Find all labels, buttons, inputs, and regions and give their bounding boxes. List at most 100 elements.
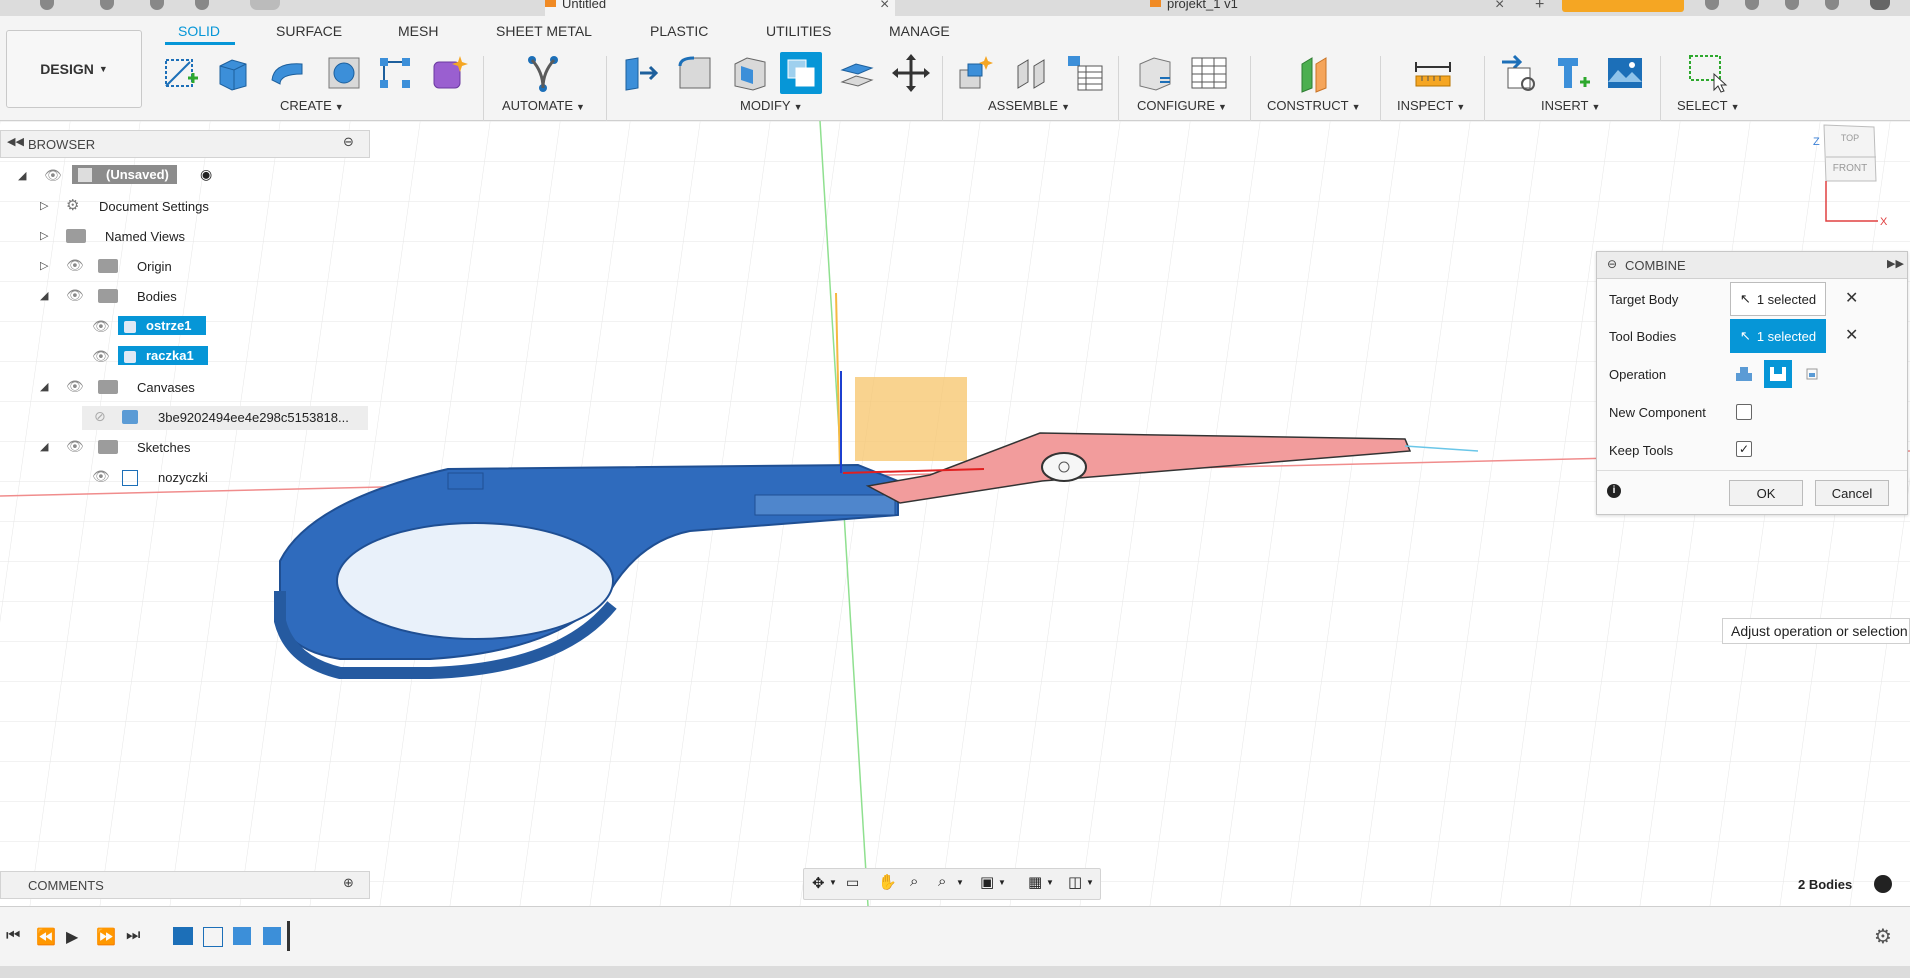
redo-icon[interactable]	[195, 0, 209, 10]
target-body-selector[interactable]: ↖ 1 selected	[1730, 282, 1826, 316]
browser-item-sketches[interactable]: ◢ 👁 Sketches	[0, 436, 370, 460]
configure-menu[interactable]: CONFIGURE ▼	[1137, 98, 1227, 113]
close-tab-icon[interactable]: ×	[880, 0, 889, 14]
tab-utilities[interactable]: UTILITIES	[766, 23, 831, 39]
viewports-icon[interactable]: ◫	[1068, 873, 1082, 891]
play-icon[interactable]: ▶	[66, 927, 78, 947]
display-menu-caret-icon[interactable]: ▼	[998, 878, 1006, 887]
hole-icon[interactable]	[323, 52, 365, 94]
insert-derive-icon[interactable]	[1498, 52, 1540, 94]
tab-sheet-metal[interactable]: SHEET METAL	[496, 23, 592, 39]
operation-cut-icon[interactable]	[1764, 360, 1792, 388]
visibility-eye-icon[interactable]: 👁	[66, 287, 84, 304]
collapse-browser-icon[interactable]: ◀◀	[7, 135, 24, 148]
visibility-eye-icon[interactable]: 👁	[44, 167, 62, 184]
create-form-icon[interactable]	[428, 52, 470, 94]
tool-bodies-selector[interactable]: ↖ 1 selected	[1730, 319, 1826, 353]
combine-icon[interactable]	[780, 52, 822, 94]
step-forward-icon[interactable]: ⏩	[96, 927, 116, 947]
expand-triangle-icon[interactable]: ◢	[18, 169, 26, 182]
offset-face-icon[interactable]	[836, 52, 878, 94]
expand-triangle-icon[interactable]: ◢	[40, 289, 48, 302]
inspect-menu[interactable]: INSPECT ▼	[1397, 98, 1465, 113]
viewports-menu-caret-icon[interactable]: ▼	[1086, 878, 1094, 887]
home-icon[interactable]	[250, 0, 280, 10]
automate-menu[interactable]: AUTOMATE ▼	[502, 98, 585, 113]
grid-menu-caret-icon[interactable]: ▼	[1046, 878, 1054, 887]
timeline-canvas-icon[interactable]	[173, 927, 193, 945]
browser-item-nozyczki[interactable]: 👁 nozyczki	[0, 466, 370, 490]
offset-plane-icon[interactable]	[1294, 52, 1336, 94]
visibility-eye-icon[interactable]: 👁	[66, 378, 84, 395]
keep-tools-checkbox[interactable]: ✓	[1736, 441, 1752, 457]
operation-join-icon[interactable]	[1730, 360, 1758, 388]
user-avatar[interactable]	[1870, 0, 1890, 10]
subscribe-button[interactable]	[1562, 0, 1684, 12]
pan-hand-icon[interactable]: ✋	[878, 873, 897, 891]
go-to-start-icon[interactable]: ⏮	[6, 927, 20, 945]
clear-target-body-icon[interactable]: ✕	[1845, 288, 1858, 308]
orbit-menu-caret-icon[interactable]: ▼	[829, 878, 837, 887]
step-back-icon[interactable]: ⏪	[36, 927, 56, 947]
new-component-checkbox[interactable]	[1736, 404, 1752, 420]
extrude-icon[interactable]	[212, 52, 254, 94]
create-sketch-icon[interactable]	[160, 52, 202, 94]
help-icon[interactable]	[1825, 0, 1839, 10]
look-at-icon[interactable]: ▭	[846, 874, 859, 891]
visibility-eye-icon[interactable]: 👁	[66, 257, 84, 274]
expand-dialog-icon[interactable]: ▶▶	[1887, 257, 1904, 270]
create-menu[interactable]: CREATE ▼	[280, 98, 344, 113]
hidden-eye-icon[interactable]: ⊘	[94, 408, 106, 425]
ok-button[interactable]: OK	[1729, 480, 1803, 506]
expand-triangle-icon[interactable]: ◢	[40, 380, 48, 393]
workspace-switcher[interactable]: DESIGN ▼	[6, 30, 142, 108]
clear-tool-bodies-icon[interactable]: ✕	[1845, 325, 1858, 345]
add-comment-icon[interactable]: ⊕	[343, 875, 354, 891]
insert-menu[interactable]: INSERT ▼	[1541, 98, 1600, 113]
fit-menu-caret-icon[interactable]: ▼	[956, 878, 964, 887]
pattern-icon[interactable]	[374, 52, 416, 94]
orbit-icon[interactable]: ✥	[812, 874, 825, 892]
browser-minimize-icon[interactable]: ⊖	[343, 134, 354, 150]
browser-item-canvas-image[interactable]: ⊘ 3be9202494ee4e298c5153818...	[82, 406, 368, 430]
browser-item-ostrze1[interactable]: 👁 ostrze1	[0, 316, 370, 340]
expand-triangle-icon[interactable]: ▷	[40, 259, 48, 272]
visibility-eye-icon[interactable]: 👁	[92, 468, 110, 485]
comments-panel[interactable]: COMMENTS ⊕	[0, 871, 370, 899]
job-status-icon[interactable]	[1745, 0, 1759, 10]
select-menu[interactable]: SELECT ▼	[1677, 98, 1740, 113]
gear-icon[interactable]: ⚙	[1874, 924, 1892, 949]
fit-view-icon[interactable]: ⌕	[938, 873, 946, 890]
activate-radio-icon[interactable]: ◉	[200, 166, 212, 183]
new-component-icon[interactable]	[954, 52, 996, 94]
minimize-dialog-icon[interactable]: ⊖	[1607, 257, 1617, 271]
zoom-icon[interactable]: ⌕	[910, 873, 918, 890]
window-select-icon[interactable]	[1686, 52, 1728, 94]
browser-item-canvases[interactable]: ◢ 👁 Canvases	[0, 376, 370, 400]
browser-item-origin[interactable]: ▷ 👁 Origin	[0, 255, 370, 279]
measure-icon[interactable]	[1412, 52, 1454, 94]
move-icon[interactable]	[890, 52, 932, 94]
timeline-extrude-icon[interactable]	[233, 927, 251, 945]
assemble-menu[interactable]: ASSEMBLE ▼	[988, 98, 1070, 113]
tab-manage[interactable]: MANAGE	[889, 23, 950, 39]
timeline-marker[interactable]	[287, 921, 290, 951]
tab-surface[interactable]: SURFACE	[276, 23, 342, 39]
browser-item-raczka1[interactable]: 👁 raczka1	[0, 346, 370, 370]
expand-triangle-icon[interactable]: ◢	[40, 440, 48, 453]
operation-intersect-icon[interactable]	[1798, 360, 1826, 388]
visibility-eye-icon[interactable]: 👁	[66, 438, 84, 455]
app-menu-icon[interactable]	[40, 0, 54, 10]
timeline-sketch-icon[interactable]	[203, 927, 223, 947]
notifications-icon[interactable]	[1785, 0, 1799, 10]
fillet-icon[interactable]	[674, 52, 716, 94]
cancel-button[interactable]: Cancel	[1815, 480, 1889, 506]
browser-item-bodies[interactable]: ◢ 👁 Bodies	[0, 285, 370, 309]
browser-item-named-views[interactable]: ▷ Named Views	[0, 225, 370, 249]
save-icon[interactable]	[100, 0, 114, 10]
visibility-eye-icon[interactable]: 👁	[92, 318, 110, 335]
automate-icon[interactable]	[522, 52, 564, 94]
press-pull-icon[interactable]	[620, 52, 662, 94]
tab-solid[interactable]: SOLID	[178, 23, 220, 39]
visibility-eye-icon[interactable]: 👁	[92, 348, 110, 365]
